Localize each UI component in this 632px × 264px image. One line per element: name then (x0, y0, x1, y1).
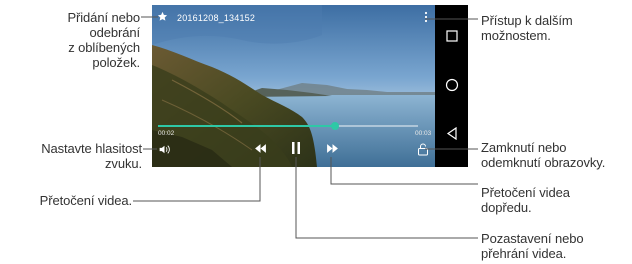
video-file-name: 20161208_134152 (177, 13, 256, 23)
rewind-icon[interactable] (252, 140, 268, 156)
video-player-screen: 20161208_134152 00:02 00:03 (152, 5, 468, 167)
progress-thumb[interactable] (330, 122, 339, 130)
video-frame: 20161208_134152 00:02 00:03 (152, 5, 435, 167)
fast-forward-annotation: Přetočení videa dopředu. (481, 185, 570, 215)
rewind-annotation: Přetočení videa. (39, 193, 132, 208)
favorite-star-icon[interactable] (155, 9, 169, 23)
favorite-annotation: Přidání nebo odebrání z oblíbených polož… (67, 10, 140, 70)
pause-icon[interactable] (288, 140, 304, 156)
pause-annotation: Pozastavení nebo přehrání videa. (481, 231, 584, 261)
volume-annotation: Nastavte hlasitost zvuku. (41, 141, 142, 171)
back-icon[interactable] (435, 119, 468, 147)
recent-apps-icon[interactable] (435, 22, 468, 50)
volume-icon[interactable] (156, 141, 172, 157)
progress-fill (158, 125, 335, 127)
lock-annotation: Zamknutí nebo odemknutí obrazovky. (481, 140, 606, 170)
screen-lock-icon[interactable] (415, 141, 431, 157)
current-time: 00:02 (158, 130, 175, 137)
progress-track[interactable] (158, 122, 418, 130)
more-options-icon[interactable] (421, 9, 431, 25)
home-icon[interactable] (435, 71, 468, 99)
navigation-bar (435, 5, 468, 167)
fast-forward-icon[interactable] (324, 140, 340, 156)
more-options-annotation: Přístup k dalším možnostem. (481, 13, 573, 43)
total-time: 00:03 (415, 130, 432, 137)
